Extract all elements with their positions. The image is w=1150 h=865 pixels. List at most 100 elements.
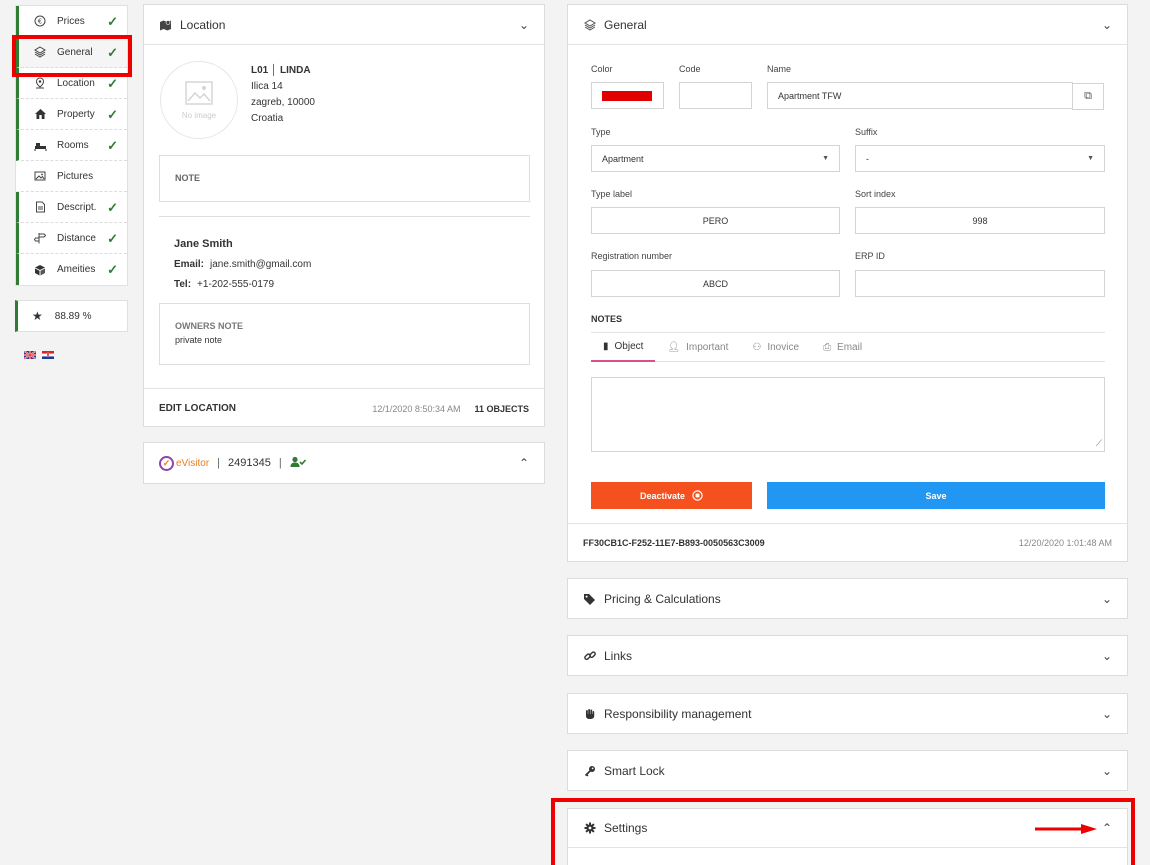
- chevron-down-icon[interactable]: ⌄: [1102, 707, 1112, 721]
- type-select[interactable]: Apartment ▼: [591, 145, 840, 172]
- signpost-icon: [33, 231, 47, 245]
- user-check-icon: [290, 456, 306, 471]
- edit-location-link[interactable]: EDIT LOCATION: [159, 403, 236, 414]
- smart-lock-section-header[interactable]: Smart Lock ⌄: [568, 751, 1127, 790]
- sidebar-item-rooms[interactable]: Rooms ✓: [16, 130, 127, 161]
- image-placeholder-icon: [185, 80, 213, 105]
- erp-id-input[interactable]: [855, 270, 1105, 297]
- location-timestamp: 12/1/2020 8:50:34 AM: [372, 403, 461, 414]
- no-image-text: No image: [181, 110, 217, 120]
- caret-down-icon: ▼: [1087, 155, 1094, 162]
- evisitor-check-icon: ✓: [159, 455, 174, 471]
- tab-label: Email: [837, 341, 863, 353]
- notes-textarea[interactable]: ⟋: [591, 377, 1105, 452]
- svg-text:€: €: [38, 18, 42, 26]
- sidebar-item-property[interactable]: Property ✓: [16, 99, 127, 130]
- evisitor-logo: ✓ eVisitor: [159, 455, 210, 471]
- chevron-down-icon[interactable]: ⌄: [1102, 649, 1112, 663]
- general-title: General: [604, 17, 647, 32]
- smart-lock-section[interactable]: Smart Lock ⌄: [567, 750, 1128, 791]
- resize-handle-icon[interactable]: ⟋: [1096, 438, 1102, 449]
- stop-circle-icon: [692, 490, 703, 501]
- location-footer: EDIT LOCATION 12/1/2020 8:50:34 AM 11 OB…: [144, 388, 544, 428]
- general-panel-header[interactable]: General ⌄: [568, 5, 1127, 45]
- contact-email[interactable]: jane.smith@gmail.com: [210, 259, 311, 270]
- copy-button[interactable]: ⧉: [1072, 83, 1104, 110]
- image-icon: [33, 169, 47, 183]
- tab-important[interactable]: 👤︎ Important: [655, 333, 740, 362]
- tab-invoice[interactable]: ⚇ Inovice: [740, 333, 811, 362]
- sidebar-item-description[interactable]: Descript. ✓: [16, 192, 127, 223]
- tab-object[interactable]: ▮ Object: [591, 333, 656, 362]
- erp-id-label: ERP ID: [855, 251, 885, 261]
- sidebar-item-label: Distance: [57, 232, 96, 244]
- code-label: Code: [679, 64, 701, 74]
- code-input[interactable]: [679, 82, 752, 109]
- code-separator: │: [271, 65, 281, 76]
- evisitor-logo-text: eVisitor: [176, 457, 210, 469]
- contact-tel[interactable]: +1-202-555-0179: [197, 279, 274, 290]
- owners-note-text: private note: [175, 335, 223, 345]
- sort-index-input[interactable]: 998: [855, 207, 1105, 234]
- type-value: Apartment: [602, 153, 644, 164]
- euro-icon: €: [33, 14, 47, 28]
- general-footer: FF30CB1C-F252-11E7-B893-0050563C3009 12/…: [568, 523, 1127, 561]
- chevron-down-icon[interactable]: ⌄: [1102, 18, 1112, 32]
- sidebar-item-label: Ameities: [57, 264, 96, 275]
- section-title: Responsibility management: [604, 706, 752, 721]
- objects-count[interactable]: 11 OBJECTS: [474, 404, 529, 414]
- tab-label: Inovice: [767, 341, 800, 353]
- check-icon: ✓: [107, 76, 118, 91]
- location-panel-header[interactable]: Location ⌄: [144, 5, 544, 45]
- suffix-label: Suffix: [855, 127, 878, 137]
- uk-flag-icon[interactable]: [24, 351, 36, 359]
- pricing-section-header[interactable]: Pricing & Calculations ⌄: [568, 579, 1127, 618]
- registration-input[interactable]: ABCD: [591, 270, 840, 297]
- tab-label: Important: [686, 341, 729, 353]
- monitor-icon: ⎙: [823, 341, 832, 353]
- pricing-section[interactable]: Pricing & Calculations ⌄: [567, 578, 1128, 619]
- color-picker[interactable]: [591, 82, 664, 109]
- croatia-flag-icon[interactable]: [42, 351, 54, 359]
- user-icon: 👤︎: [667, 341, 681, 353]
- chevron-up-icon[interactable]: ⌃: [519, 456, 529, 470]
- tab-email[interactable]: ⎙ Email: [811, 333, 874, 362]
- check-icon: ✓: [107, 107, 118, 122]
- sidebar-item-pictures[interactable]: Pictures: [16, 161, 127, 192]
- location-country: Croatia: [251, 113, 284, 124]
- bed-icon: [33, 138, 47, 152]
- sidebar-item-amenities[interactable]: Ameities ✓: [16, 254, 127, 285]
- name-label: Name: [767, 64, 792, 74]
- notes-tabs: ▮ Object 👤︎ Important ⚇ Inovice ⎙ Email: [591, 332, 1105, 362]
- no-image-placeholder: No image: [160, 61, 238, 139]
- completion-score: ★ 88.89 %: [15, 300, 128, 332]
- link-icon: [583, 649, 596, 662]
- sidebar-item-distance[interactable]: Distance ✓: [16, 223, 127, 254]
- save-button[interactable]: Save: [767, 482, 1105, 509]
- tel-label: Tel:: [174, 279, 192, 290]
- house-icon: [33, 107, 47, 121]
- responsibility-section-header[interactable]: Responsibility management ⌄: [568, 694, 1127, 733]
- notes-title: NOTES: [591, 314, 623, 324]
- deactivate-label: Deactivate: [639, 490, 686, 501]
- tab-label: Object: [614, 340, 644, 352]
- check-icon: ✓: [107, 231, 118, 246]
- sidebar-item-prices[interactable]: € Prices ✓: [16, 6, 127, 37]
- sidebar-item-label: Property: [57, 108, 95, 120]
- evisitor-panel[interactable]: ✓ eVisitor | 2491345 | ⌃: [143, 442, 545, 484]
- links-section[interactable]: Links ⌄: [567, 635, 1128, 676]
- responsibility-section[interactable]: Responsibility management ⌄: [567, 693, 1128, 734]
- chevron-down-icon[interactable]: ⌄: [519, 18, 529, 32]
- chevron-down-icon[interactable]: ⌄: [1102, 592, 1112, 606]
- separator: |: [278, 457, 282, 469]
- type-label-input[interactable]: PERO: [591, 207, 840, 234]
- sidebar-item-label: Prices: [57, 15, 85, 27]
- sidebar-item-label: Descript.: [57, 201, 97, 213]
- name-input[interactable]: Apartment TFW: [767, 82, 1073, 109]
- note-box: NOTE: [159, 155, 530, 202]
- links-section-header[interactable]: Links ⌄: [568, 636, 1127, 675]
- chevron-down-icon[interactable]: ⌄: [1102, 764, 1112, 778]
- deactivate-button[interactable]: Deactivate: [591, 482, 752, 509]
- book-icon: ▮: [603, 340, 609, 352]
- suffix-select[interactable]: - ▼: [855, 145, 1105, 172]
